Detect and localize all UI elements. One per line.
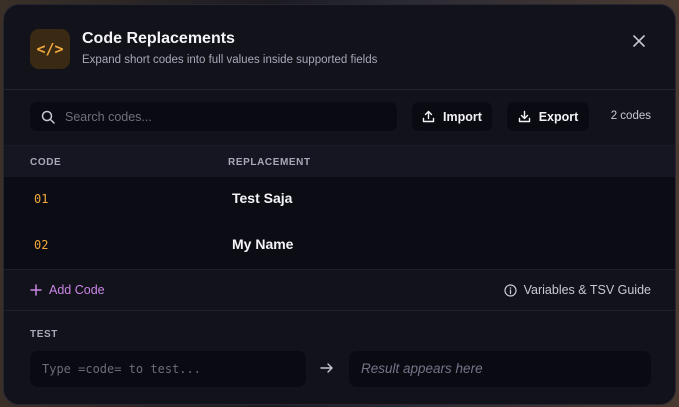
test-label: TEST <box>30 329 58 340</box>
close-icon <box>633 35 645 47</box>
row-code: 01 <box>34 192 49 206</box>
code-count: 2 codes <box>610 110 651 122</box>
column-header-code: CODE <box>30 157 62 168</box>
test-input[interactable] <box>30 351 306 387</box>
guide-label: Variables & TSV Guide <box>523 283 651 297</box>
arrow-right-icon <box>320 363 333 373</box>
download-icon <box>518 110 530 123</box>
row-code: 02 <box>34 238 49 252</box>
export-button[interactable]: Export <box>507 102 589 131</box>
code-replacements-dialog: </> Code Replacements Expand short codes… <box>3 4 676 405</box>
guide-link[interactable]: Variables & TSV Guide <box>504 283 651 297</box>
row-replacement: Test Saja <box>232 190 293 206</box>
table-row[interactable]: 01 Test Saja <box>4 177 675 223</box>
table-body: 01 Test Saja 02 My Name <box>4 177 675 269</box>
export-label: Export <box>538 109 579 124</box>
dialog-title: Code Replacements <box>82 30 235 47</box>
test-section: TEST Result appears here <box>4 311 675 404</box>
search-icon <box>41 110 55 124</box>
upload-icon <box>422 110 435 123</box>
search-box[interactable] <box>30 102 397 131</box>
code-icon: </> <box>30 29 70 69</box>
import-label: Import <box>443 109 482 124</box>
search-input[interactable] <box>65 109 365 124</box>
dialog-header: </> Code Replacements Expand short codes… <box>4 5 675 90</box>
row-replacement: My Name <box>232 236 294 252</box>
info-icon <box>504 283 517 297</box>
add-code-button[interactable]: Add Code <box>30 283 105 297</box>
close-button[interactable] <box>631 33 647 49</box>
actions-row: Add Code Variables & TSV Guide <box>4 269 675 311</box>
add-code-label: Add Code <box>49 283 105 297</box>
table-header: CODE REPLACEMENT <box>4 145 675 177</box>
table-row[interactable]: 02 My Name <box>4 223 675 269</box>
test-result: Result appears here <box>349 351 651 387</box>
toolbar: Import Export 2 codes <box>4 90 675 145</box>
import-button[interactable]: Import <box>412 102 492 131</box>
column-header-replacement: REPLACEMENT <box>228 157 311 168</box>
plus-icon <box>30 284 42 296</box>
dialog-subtitle: Expand short codes into full values insi… <box>82 54 378 66</box>
